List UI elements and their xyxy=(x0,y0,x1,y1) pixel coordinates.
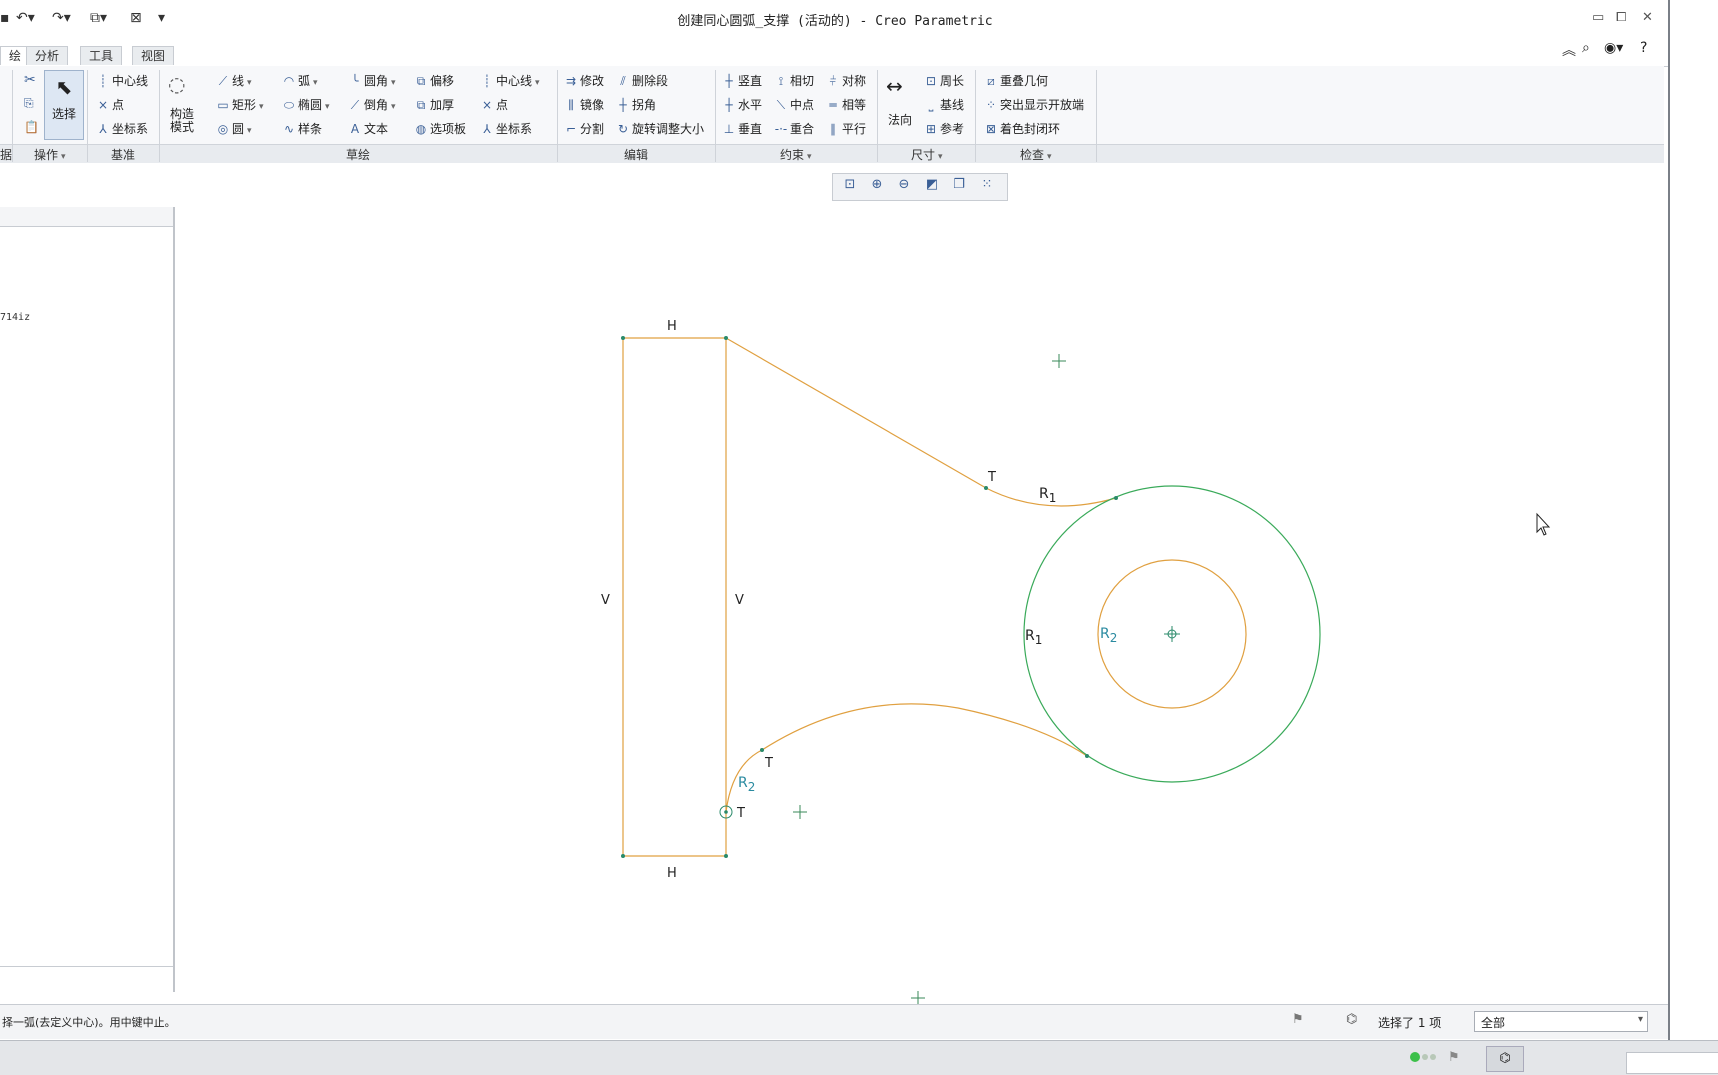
label: R xyxy=(1039,486,1049,502)
tangent-point xyxy=(1085,754,1089,758)
flag-icon[interactable]: ⚑ xyxy=(1292,1012,1304,1027)
find-icon[interactable]: ⌬ xyxy=(1486,1046,1524,1072)
sketch-canvas[interactable]: H H V V T T T R1 R1 R2 R2 xyxy=(0,0,1668,1004)
selection-count: 选择了 1 项 xyxy=(1378,1016,1442,1030)
constraint-h-bottom: H xyxy=(667,866,677,881)
vertex xyxy=(621,336,625,340)
tangent-point xyxy=(1114,496,1118,500)
label: R xyxy=(1025,628,1035,644)
label: 2 xyxy=(748,780,756,794)
status-light-icon xyxy=(1430,1054,1436,1060)
constraint-v-left: V xyxy=(601,593,610,608)
constraint-v-right: V xyxy=(735,593,744,608)
selection-filter[interactable]: 全部 ▾ xyxy=(1474,1011,1648,1032)
label: 1 xyxy=(1035,633,1043,647)
flag-icon[interactable]: ⚑ xyxy=(1448,1050,1460,1065)
tangent-point xyxy=(984,486,988,490)
lower-arc-r2 xyxy=(725,703,1088,813)
vertex xyxy=(724,854,728,858)
center-marker xyxy=(1164,626,1180,642)
equal-radius-r2-arc: R2 xyxy=(738,775,755,794)
sketch-geometry xyxy=(622,337,1321,857)
bottom-input[interactable] xyxy=(1626,1052,1718,1074)
find-icon[interactable]: ⌬ xyxy=(1346,1012,1357,1027)
constraint-t-upper: T xyxy=(987,470,996,485)
chevron-down-icon: ▾ xyxy=(1637,1014,1643,1025)
selected-point xyxy=(724,810,728,814)
radius-labels: R1 R1 R2 R2 xyxy=(738,486,1117,794)
status-light-icon xyxy=(1410,1052,1420,1062)
label: R xyxy=(1100,626,1110,642)
equal-radius-r1-arc: R1 xyxy=(1039,486,1056,505)
sketch-points xyxy=(621,336,1118,858)
datum-crosshairs xyxy=(793,354,1066,1004)
vertex xyxy=(724,336,728,340)
constraint-t-lower: T xyxy=(764,756,773,771)
label: R xyxy=(738,775,748,791)
equal-radius-r1-circle: R1 xyxy=(1025,628,1042,647)
mouse-cursor xyxy=(1536,512,1551,536)
label: 2 xyxy=(1110,631,1118,645)
constraint-t-point: T xyxy=(736,806,745,821)
status-light-icon xyxy=(1422,1054,1428,1060)
equal-radius-r2-circle: R2 xyxy=(1100,626,1117,645)
tangent-point xyxy=(760,748,764,752)
constraint-h-top: H xyxy=(667,319,677,334)
outer-rectangle xyxy=(622,337,727,857)
upper-tangent-line xyxy=(725,337,987,489)
background-window xyxy=(1670,0,1718,1074)
label: 1 xyxy=(1049,491,1057,505)
constraint-labels: H H V V T T T xyxy=(601,319,996,881)
selection-filter-value: 全部 xyxy=(1481,1016,1506,1030)
message-area: 择一弧(去定义中心)。用中键中止。 xyxy=(2,1016,176,1029)
bottom-bar xyxy=(0,1040,1718,1075)
vertex xyxy=(621,854,625,858)
